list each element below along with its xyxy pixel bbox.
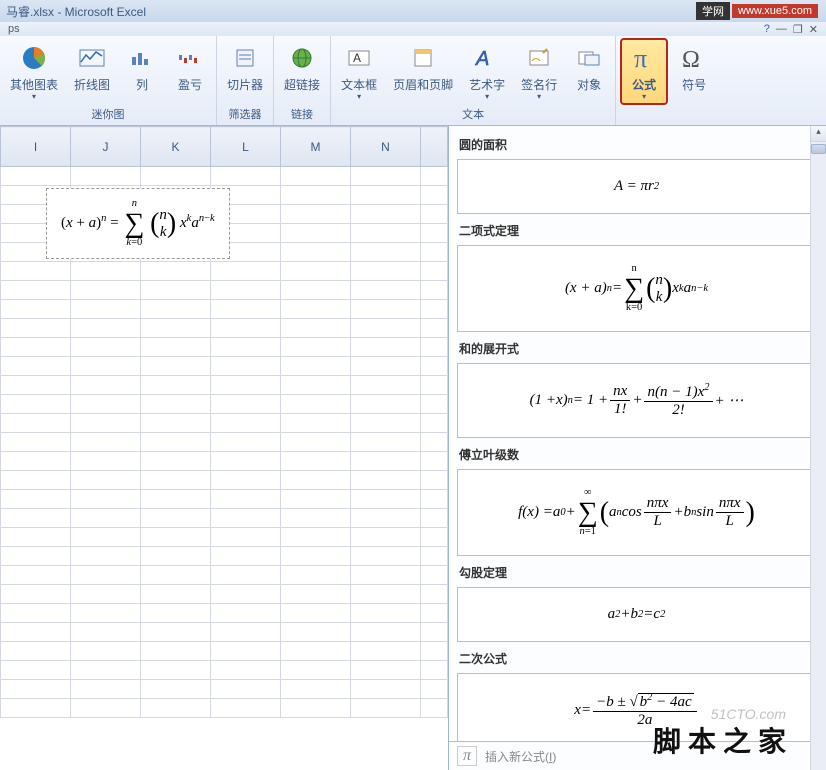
column-header[interactable]: M xyxy=(281,127,351,167)
chevron-down-icon: ▾ xyxy=(357,92,361,101)
chevron-down-icon: ▾ xyxy=(642,92,646,101)
close-button[interactable]: ✕ xyxy=(809,23,818,36)
equation-gallery-panel: 圆的面积 A = πr2 二项式定理 (x + a)n = n∑k=0 nk x… xyxy=(448,126,826,770)
gallery-item-circle-area[interactable]: A = πr2 xyxy=(457,159,816,214)
gallery-item-pythagoras[interactable]: a2 + b2 = c2 xyxy=(457,587,816,642)
svg-text:π: π xyxy=(634,45,647,71)
restore-button[interactable]: ❐ xyxy=(793,23,803,36)
hyperlink-button[interactable]: 超链接 xyxy=(278,38,326,96)
ribbon: 其他图表 ▾ 折线图 列 盈亏 迷你图 切片器 筛选器 xyxy=(0,36,826,126)
vertical-scrollbar[interactable]: ▴ xyxy=(810,126,826,770)
chevron-down-icon: ▾ xyxy=(32,92,36,101)
ribbon-tab-label: ps xyxy=(8,23,20,35)
wordart-icon: A xyxy=(471,42,503,74)
column-header[interactable] xyxy=(421,127,448,167)
signature-button[interactable]: 签名行 ▾ xyxy=(515,38,563,105)
object-button[interactable]: 对象 xyxy=(567,38,611,96)
badge-right: www.xue5.com xyxy=(732,4,818,18)
pi-icon: π xyxy=(457,746,477,766)
svg-text:A: A xyxy=(475,48,489,69)
header-footer-icon xyxy=(407,42,439,74)
ribbon-group-text: A 文本框 ▾ 页眉和页脚 A 艺术字 ▾ 签名行 ▾ 对象 xyxy=(331,36,616,125)
object-icon xyxy=(573,42,605,74)
titlebar: 马睿.xlsx - Microsoft Excel 学网 www.xue5.co… xyxy=(0,0,826,22)
slicer-icon xyxy=(229,42,261,74)
wordart-button[interactable]: A 艺术字 ▾ xyxy=(463,38,511,105)
textbox-button[interactable]: A 文本框 ▾ xyxy=(335,38,383,105)
gallery-item-title: 二次公式 xyxy=(459,650,814,667)
slicer-button[interactable]: 切片器 xyxy=(221,38,269,96)
column-chart-icon xyxy=(126,42,158,74)
gallery-item-title: 傅立叶级数 xyxy=(459,446,814,463)
quick-access-toolbar: ps ? — ❐ ✕ xyxy=(0,22,826,36)
gallery-item-quadratic[interactable]: x = −b ± √b2 − 4ac2a xyxy=(457,673,816,741)
pi-icon: π xyxy=(628,42,660,74)
chevron-down-icon: ▾ xyxy=(485,92,489,101)
ribbon-group-links: 超链接 链接 xyxy=(274,36,331,125)
badge-left: 学网 xyxy=(696,2,730,20)
column-header[interactable]: K xyxy=(141,127,211,167)
chevron-down-icon: ▾ xyxy=(537,92,541,101)
equation-object[interactable]: (x + a)n = n∑k=0 nk xkan−k xyxy=(46,188,230,259)
sparkline-winloss-button[interactable]: 盈亏 xyxy=(168,38,212,96)
column-header[interactable]: I xyxy=(1,127,71,167)
scroll-up-arrow[interactable]: ▴ xyxy=(811,126,826,142)
main-area: I J K L M N xyxy=(0,126,826,770)
gallery-item-title: 和的展开式 xyxy=(459,340,814,357)
signature-icon xyxy=(523,42,555,74)
spreadsheet[interactable]: I J K L M N xyxy=(0,126,448,770)
insert-new-equation-link[interactable]: 插入新公式(I) xyxy=(485,748,556,765)
sparkline-column-button[interactable]: 列 xyxy=(120,38,164,96)
globe-icon xyxy=(286,42,318,74)
header-footer-button[interactable]: 页眉和页脚 xyxy=(387,38,459,96)
column-header[interactable]: L xyxy=(211,127,281,167)
help-icon[interactable]: ? xyxy=(764,23,770,35)
scroll-thumb[interactable] xyxy=(811,144,826,154)
gallery-item-binomial[interactable]: (x + a)n = n∑k=0 nk xkan−k xyxy=(457,245,816,332)
ribbon-group-sparklines: 其他图表 ▾ 折线图 列 盈亏 迷你图 xyxy=(0,36,217,125)
ribbon-group-filters: 切片器 筛选器 xyxy=(217,36,274,125)
line-chart-icon xyxy=(76,42,108,74)
equation-gallery-scroll[interactable]: 圆的面积 A = πr2 二项式定理 (x + a)n = n∑k=0 nk x… xyxy=(449,126,826,741)
symbol-button[interactable]: Ω 符号 xyxy=(672,38,716,96)
minimize-button[interactable]: — xyxy=(776,23,787,35)
omega-icon: Ω xyxy=(678,42,710,74)
gallery-item-title: 圆的面积 xyxy=(459,136,814,153)
pie-chart-icon xyxy=(18,42,50,74)
svg-text:Ω: Ω xyxy=(682,47,700,71)
window-title: 马睿.xlsx - Microsoft Excel xyxy=(6,3,696,20)
column-header[interactable]: N xyxy=(351,127,421,167)
gallery-item-title: 二项式定理 xyxy=(459,222,814,239)
column-header[interactable]: J xyxy=(71,127,141,167)
gallery-item-title: 勾股定理 xyxy=(459,564,814,581)
textbox-icon: A xyxy=(343,42,375,74)
other-charts-button[interactable]: 其他图表 ▾ xyxy=(4,38,64,105)
gallery-item-expansion[interactable]: (1 + x)n = 1 + nx1! + n(n − 1)x22! + ⋯ xyxy=(457,363,816,438)
sparkline-line-button[interactable]: 折线图 xyxy=(68,38,116,96)
ribbon-group-symbols: π 公式 ▾ Ω 符号 xyxy=(616,36,720,125)
svg-text:A: A xyxy=(353,51,361,65)
gallery-item-fourier[interactable]: f(x) = a0 + ∞∑n=1 (an cosnπxL + bn sinnπ… xyxy=(457,469,816,556)
winloss-chart-icon xyxy=(174,42,206,74)
equation-button[interactable]: π 公式 ▾ xyxy=(620,38,668,105)
equation-panel-footer: π 插入新公式(I) xyxy=(449,741,826,770)
